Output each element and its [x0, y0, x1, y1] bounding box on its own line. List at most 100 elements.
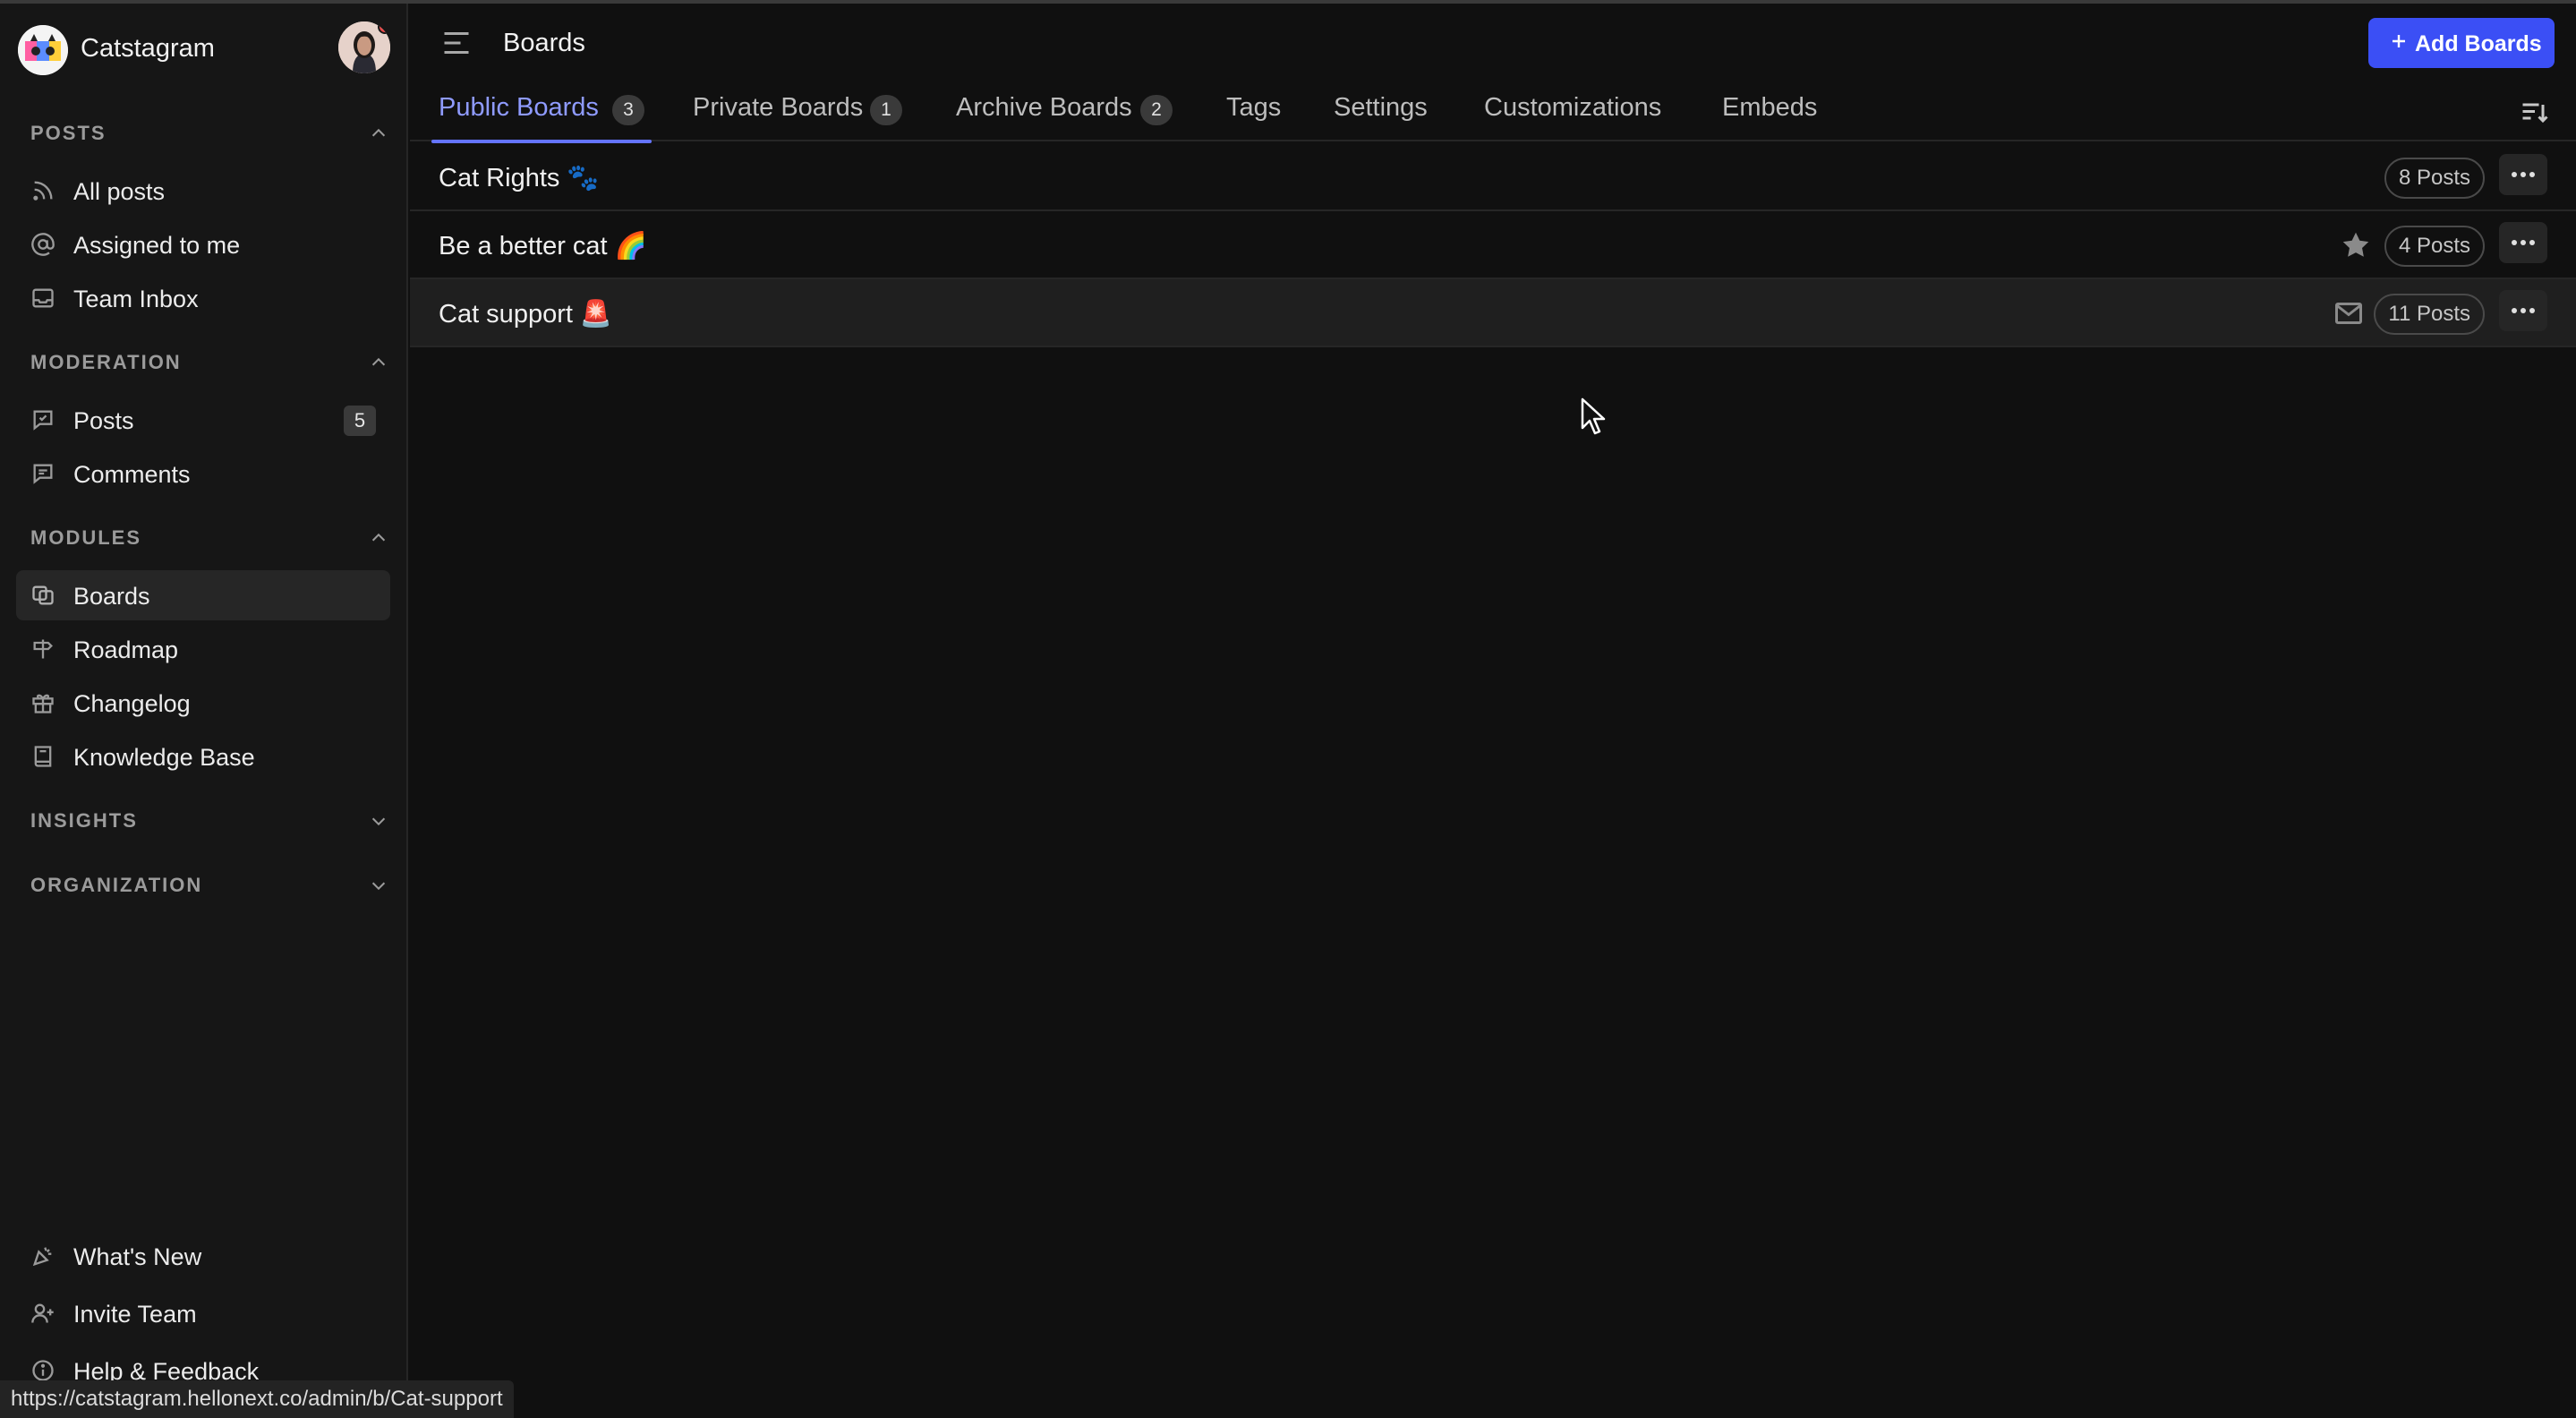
- chevron-up-icon: [369, 353, 388, 372]
- mouse-cursor-icon: [1581, 397, 1606, 435]
- rss-icon: [30, 178, 55, 203]
- user-avatar[interactable]: [338, 21, 390, 73]
- plus-icon: [2388, 30, 2410, 52]
- sidebar-item-assigned[interactable]: Assigned to me: [16, 219, 390, 269]
- board-name-text: Cat support: [439, 300, 573, 329]
- moderation-posts-badge: 5: [344, 406, 376, 436]
- sidebar-item-label: Assigned to me: [73, 232, 241, 259]
- main-content: Boards Add Boards Public Boards 3 Privat…: [410, 4, 2576, 1418]
- sidebar-item-label: Invite Team: [73, 1301, 197, 1328]
- catstagram-logo: [18, 25, 68, 75]
- chevron-down-icon: [369, 811, 388, 831]
- chevron-up-icon: [369, 528, 388, 548]
- board-posts-count[interactable]: 4 Posts: [2384, 226, 2485, 267]
- section-insights[interactable]: INSIGHTS: [30, 806, 388, 834]
- section-organization[interactable]: ORGANIZATION: [30, 870, 388, 899]
- add-boards-button[interactable]: Add Boards: [2368, 18, 2555, 68]
- sidebar-item-label: Posts: [73, 407, 134, 434]
- at-sign-icon: [30, 232, 55, 257]
- sidebar-item-label: What's New: [73, 1243, 202, 1270]
- section-posts[interactable]: POSTS: [30, 118, 388, 147]
- more-horizontal-icon: [2512, 240, 2535, 245]
- app-window: Catstagram POSTS All posts Assigned to m…: [0, 0, 2576, 1418]
- tab-private-boards[interactable]: Private Boards 1: [693, 82, 908, 141]
- more-options-button[interactable]: [2499, 222, 2547, 263]
- tab-public-boards[interactable]: Public Boards 3: [431, 82, 652, 143]
- brand-name: Catstagram: [81, 34, 215, 63]
- sidebar-item-roadmap[interactable]: Roadmap: [16, 624, 390, 674]
- section-organization-label: ORGANIZATION: [30, 874, 203, 896]
- sidebar-item-label: Comments: [73, 461, 191, 488]
- board-posts-count[interactable]: 11 Posts: [2374, 294, 2485, 335]
- tab-count: 1: [870, 95, 902, 125]
- board-row-be-a-better-cat[interactable]: Be a better cat 🌈 4 Posts: [410, 211, 2576, 279]
- menu-icon[interactable]: [440, 27, 473, 59]
- sidebar-item-label: Roadmap: [73, 636, 179, 663]
- sidebar-item-all-posts[interactable]: All posts: [16, 166, 390, 216]
- board-posts-count[interactable]: 8 Posts: [2384, 158, 2485, 199]
- tab-label: Private Boards: [693, 93, 864, 122]
- brand[interactable]: Catstagram: [18, 21, 390, 75]
- page-title: Boards: [503, 29, 585, 57]
- chevron-down-icon: [369, 876, 388, 895]
- board-emoji: 🐾: [567, 164, 600, 192]
- section-insights-label: INSIGHTS: [30, 809, 138, 832]
- notification-dot: [378, 21, 390, 34]
- sidebar-item-team-inbox[interactable]: Team Inbox: [16, 273, 390, 323]
- mail-icon[interactable]: [2333, 297, 2365, 329]
- tab-label: Tags: [1226, 93, 1282, 122]
- tab-count: 2: [1140, 95, 1173, 125]
- section-moderation-label: MODERATION: [30, 351, 182, 373]
- sidebar-item-whats-new[interactable]: What's New: [16, 1231, 390, 1281]
- section-posts-label: POSTS: [30, 122, 107, 144]
- sidebar-item-comments[interactable]: Comments: [16, 448, 390, 499]
- boards-icon: [30, 583, 55, 608]
- tab-label: Settings: [1334, 93, 1428, 122]
- more-options-button[interactable]: [2499, 154, 2547, 195]
- tab-customizations[interactable]: Customizations: [1484, 82, 1672, 141]
- board-name: Cat support 🚨: [439, 299, 612, 329]
- board-row-cat-rights[interactable]: Cat Rights 🐾 8 Posts: [410, 143, 2576, 211]
- tab-embeds[interactable]: Embeds: [1722, 82, 1830, 141]
- board-name-text: Be a better cat: [439, 232, 608, 261]
- sidebar-item-moderation-posts[interactable]: Posts 5: [16, 395, 390, 445]
- tab-archive-boards[interactable]: Archive Boards 2: [956, 82, 1178, 141]
- tab-label: Customizations: [1484, 93, 1662, 122]
- message-lines-icon: [30, 461, 55, 486]
- board-name: Be a better cat 🌈: [439, 231, 647, 261]
- tab-label: Archive Boards: [956, 93, 1132, 122]
- section-moderation[interactable]: MODERATION: [30, 347, 388, 376]
- board-name-text: Cat Rights: [439, 164, 560, 192]
- sort-icon[interactable]: [2519, 97, 2551, 129]
- star-icon[interactable]: [2340, 229, 2372, 261]
- tab-bar: Public Boards 3 Private Boards 1 Archive…: [410, 82, 2576, 143]
- inbox-icon: [30, 286, 55, 311]
- info-icon: [30, 1358, 55, 1383]
- message-square-icon: [30, 407, 55, 432]
- tab-count: 3: [612, 95, 644, 125]
- board-emoji: 🌈: [614, 232, 647, 261]
- signpost-icon: [30, 636, 55, 662]
- sidebar-item-label: Team Inbox: [73, 286, 199, 312]
- sidebar-item-invite-team[interactable]: Invite Team: [16, 1288, 390, 1338]
- tab-label: Embeds: [1722, 93, 1818, 122]
- more-horizontal-icon: [2512, 172, 2535, 177]
- section-modules-label: MODULES: [30, 526, 141, 549]
- tab-label: Public Boards: [439, 93, 599, 122]
- sidebar: Catstagram POSTS All posts Assigned to m…: [0, 4, 408, 1418]
- tab-tags[interactable]: Tags: [1226, 82, 1289, 141]
- sidebar-item-label: All posts: [73, 178, 166, 205]
- more-horizontal-icon: [2512, 308, 2535, 313]
- board-name: Cat Rights 🐾: [439, 163, 600, 193]
- board-row-cat-support[interactable]: Cat support 🚨 11 Posts: [410, 279, 2576, 347]
- board-emoji: 🚨: [579, 300, 613, 329]
- sidebar-item-changelog[interactable]: Changelog: [16, 678, 390, 728]
- add-boards-label: Add Boards: [2415, 31, 2542, 56]
- sidebar-item-knowledge-base[interactable]: Knowledge Base: [16, 731, 390, 782]
- sidebar-item-label: Knowledge Base: [73, 744, 255, 771]
- more-options-button[interactable]: [2499, 290, 2547, 331]
- user-plus-icon: [30, 1301, 55, 1326]
- section-modules[interactable]: MODULES: [30, 523, 388, 551]
- sidebar-item-boards[interactable]: Boards: [16, 570, 390, 620]
- tab-settings[interactable]: Settings: [1334, 82, 1441, 141]
